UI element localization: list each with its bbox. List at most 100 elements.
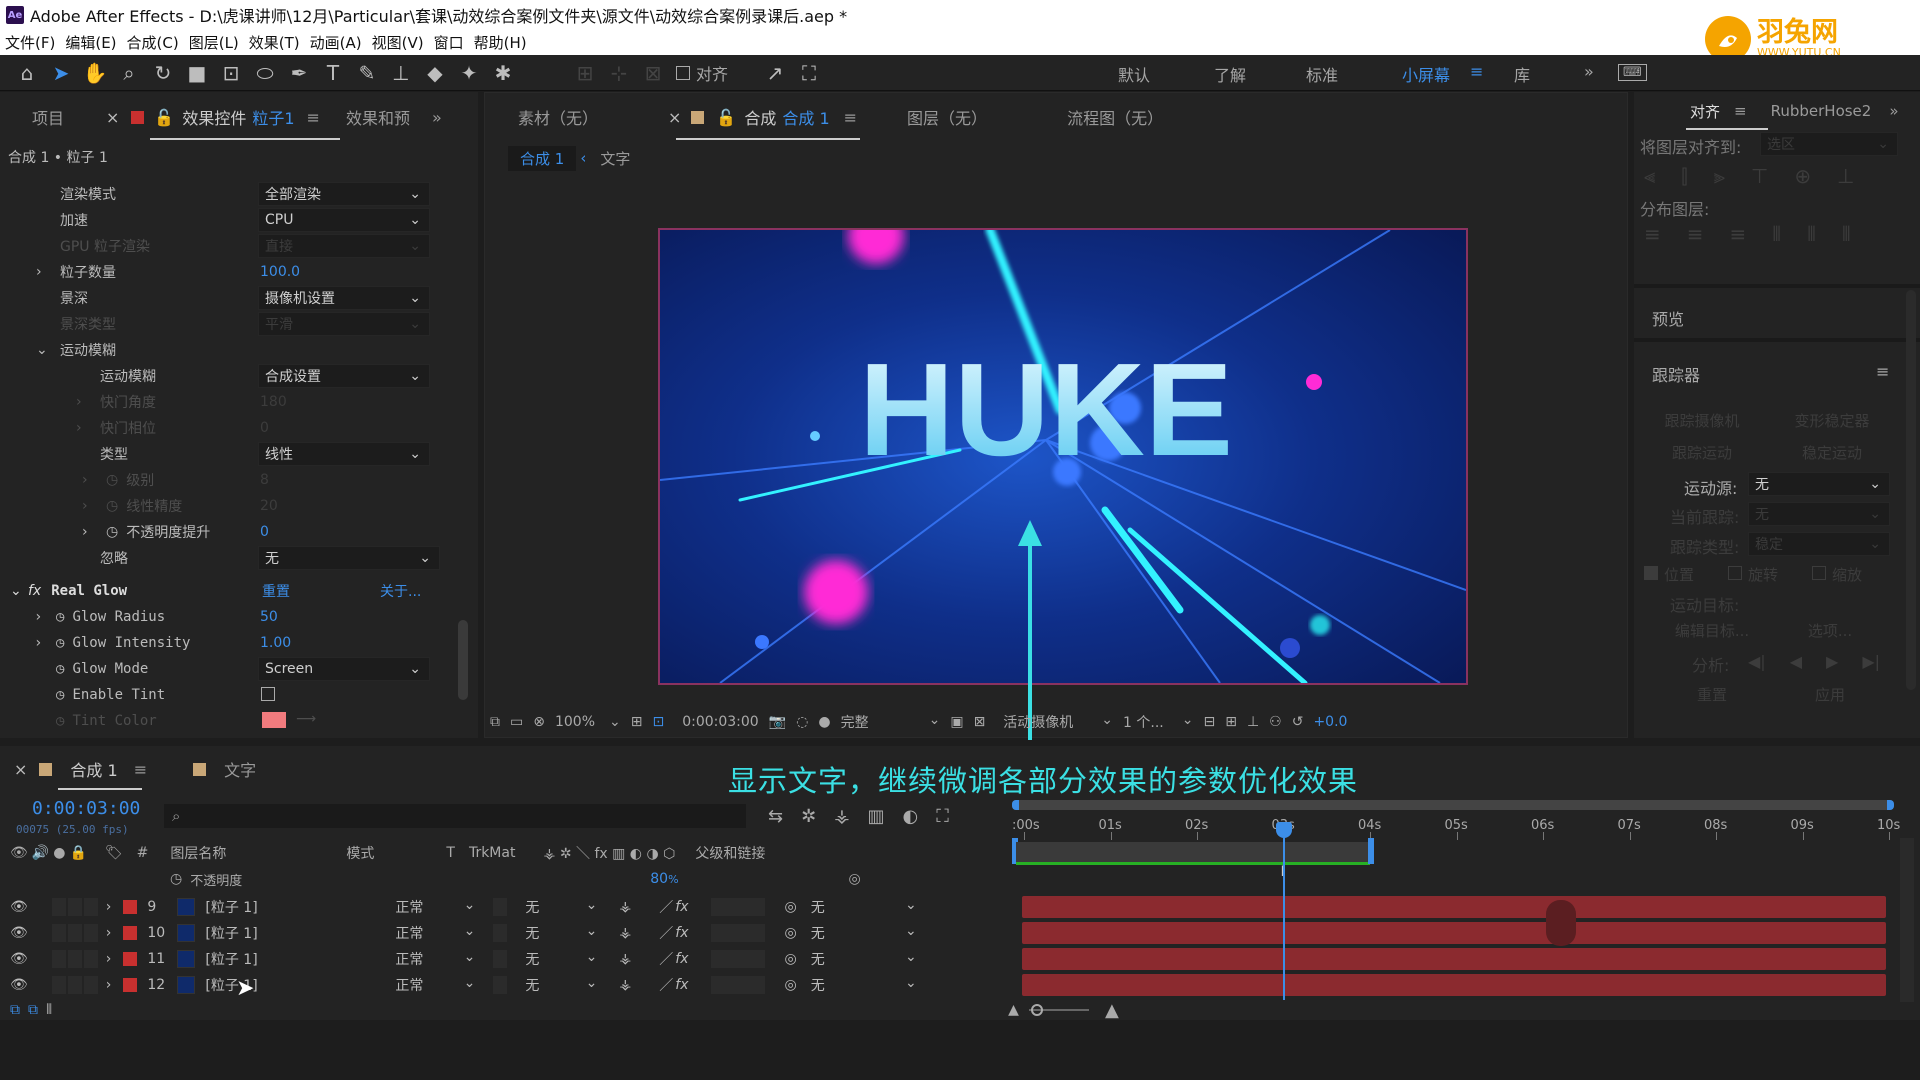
tab-timeline-comp[interactable]: 合成 1 [70, 757, 117, 781]
workspace-default[interactable]: 默认 [1118, 62, 1150, 86]
tracker-apply-button[interactable]: 应用 [1772, 682, 1888, 706]
workspace-menu-icon[interactable]: ≡ [1470, 62, 1483, 81]
stopwatch-icon[interactable]: ◷ [170, 871, 182, 887]
stopwatch-icon[interactable]: ◷ [106, 524, 118, 540]
position-checkbox[interactable] [1644, 566, 1658, 580]
ellipse-tool-icon[interactable]: ⬭ [248, 56, 282, 90]
expand-icon[interactable]: › [34, 609, 48, 625]
tab-flowchart[interactable]: 流程图（无） [1067, 105, 1163, 129]
text-tool-icon[interactable]: T [316, 56, 350, 90]
roto-brush-tool-icon[interactable]: ✦ [452, 56, 486, 90]
snap-toggle[interactable]: 对齐 [676, 61, 728, 85]
region-icon[interactable]: ⊞ [631, 714, 643, 730]
fx-switch-icon[interactable]: fx [675, 951, 688, 967]
preserve-transparency-toggle[interactable] [493, 898, 508, 916]
fx-switch-icon[interactable]: fx [675, 977, 688, 993]
work-area-bar[interactable] [1016, 842, 1370, 862]
layer-mode-dropdown[interactable]: 正常 ⌄ [395, 897, 475, 917]
zoom-out-icon[interactable]: ▲ [1008, 1002, 1019, 1018]
eye-icon[interactable]: 👁 [10, 899, 28, 915]
layer-row[interactable]: 👁 › 10 [粒子 1] 正常 ⌄ 无 ⌄ ⚶ ／ fx ◎ 无 ⌄ [0, 920, 1010, 946]
eye-icon[interactable]: 👁 [10, 925, 28, 941]
tab-composition-name[interactable]: 合成 1 [782, 105, 829, 129]
distribute-right-icon[interactable]: ⦀ [1842, 222, 1851, 246]
hand-tool-icon[interactable]: ✋ [78, 56, 112, 90]
frame-blending-icon[interactable]: ▥ [867, 806, 884, 827]
layer-duration-bar[interactable] [1022, 896, 1886, 918]
audio-toggle[interactable] [51, 898, 66, 916]
quality-switch-icon[interactable]: ／ [659, 949, 673, 969]
audio-toggle[interactable] [51, 924, 66, 942]
timeline-scrollbar[interactable] [1900, 838, 1914, 1002]
stabilize-motion-button[interactable]: 稳定运动 [1774, 440, 1890, 464]
preserve-transparency-toggle[interactable] [493, 950, 508, 968]
overflow-icon[interactable]: » [432, 108, 442, 127]
solo-toggle[interactable] [67, 924, 82, 942]
effect-property-dropdown[interactable]: 无 ⌄ [258, 546, 440, 570]
parent-dropdown[interactable]: 无 ⌄ [811, 897, 917, 917]
menu-window[interactable]: 窗口 [429, 32, 469, 53]
analyze-next-icon[interactable]: ▶| [1862, 652, 1880, 671]
tracker-menu-icon[interactable]: ≡ [1876, 362, 1889, 381]
work-area-end-handle[interactable] [1368, 838, 1374, 864]
views-dropdown[interactable]: 1 个... ⌄ [1123, 712, 1193, 732]
layer-row[interactable]: 👁 › 12 [粒子 1] 正常 ⌄ 无 ⌄ ⚶ ／ fx ◎ 无 ⌄ [0, 972, 1010, 998]
menu-layer[interactable]: 图层(L) [184, 32, 244, 53]
snapshot-icon[interactable]: 📷 [769, 714, 786, 730]
preserve-transparency-toggle[interactable] [493, 976, 508, 994]
workspace-overflow-icon[interactable]: » [1584, 62, 1594, 81]
always-preview-icon[interactable]: ⧉ [490, 714, 500, 730]
audio-toggle[interactable] [51, 976, 66, 994]
rotation-checkbox[interactable] [1728, 566, 1743, 580]
eye-icon[interactable]: 👁 [10, 977, 28, 993]
glow-radius-value[interactable]: 50 [260, 604, 278, 630]
trkmat-header[interactable]: TrkMat [469, 845, 516, 861]
label-icon[interactable]: 🏷 [105, 845, 123, 861]
distribute-left-icon[interactable]: ⦀ [1772, 222, 1781, 246]
show-snapshot-icon[interactable]: ◌ [796, 714, 808, 730]
analyze-forward-icon[interactable]: ▶ [1826, 652, 1838, 671]
lock-toggle[interactable] [83, 976, 98, 994]
parent-dropdown[interactable]: 无 ⌄ [811, 923, 917, 943]
effect-property-value[interactable]: 180 [260, 389, 287, 415]
stopwatch-icon[interactable]: ◷ [106, 472, 118, 488]
layer-mode-dropdown[interactable]: 正常 ⌄ [395, 949, 475, 969]
expand-timing-icon[interactable]: ⦀ [46, 1002, 52, 1018]
stopwatch-icon[interactable]: ◷ [106, 498, 118, 514]
eraser-tool-icon[interactable]: ◆ [418, 56, 452, 90]
tab-align[interactable]: 对齐 [1690, 101, 1720, 122]
tab-effect-controls[interactable]: 效果控件 [182, 105, 246, 129]
expand-transfer-icon[interactable]: ⧉ [28, 1002, 38, 1018]
shy-switch-icon[interactable]: ⚶ [619, 951, 631, 967]
track-type-dropdown[interactable]: 稳定 ⌄ [1748, 532, 1890, 556]
flowchart-icon[interactable]: ⚇ [1269, 714, 1282, 730]
effect-property-value[interactable]: 0 [260, 519, 269, 545]
layer-switches[interactable] [710, 950, 765, 968]
preview-label[interactable]: 预览 [1652, 306, 1684, 330]
timeline-search-input[interactable]: ⌕ [164, 804, 746, 828]
pickwhip-icon[interactable]: ◎ [849, 871, 861, 887]
color-channels-icon[interactable]: ● [818, 714, 830, 730]
effect-about-link[interactable]: 关于... [380, 578, 421, 604]
shy-switch-icon[interactable]: ⚶ [619, 977, 631, 993]
tab-composition[interactable]: 合成 [744, 105, 776, 129]
expand-icon[interactable]: › [76, 420, 82, 436]
axis-view-icon[interactable]: ⊠ [636, 56, 670, 90]
overflow-icon[interactable]: » [1889, 102, 1898, 120]
enable-tint-checkbox[interactable] [261, 687, 275, 701]
tab-timeline-text[interactable]: 文字 [224, 757, 256, 781]
draft-3d-icon[interactable]: ✲ [801, 806, 816, 827]
layer-duration-bar[interactable] [1022, 922, 1886, 944]
fx-switch-icon[interactable]: fx [675, 899, 688, 915]
effect-property-value[interactable]: 0 [260, 415, 269, 441]
align-right-icon[interactable]: ⫸ [1714, 164, 1725, 188]
effect-reset-link[interactable]: 重置 [262, 578, 290, 604]
menu-view[interactable]: 视图(V) [367, 32, 429, 53]
parent-dropdown[interactable]: 无 ⌄ [811, 975, 917, 995]
pickwhip-icon[interactable]: ◎ [785, 899, 797, 915]
analyze-backward-icon[interactable]: ◀ [1790, 652, 1802, 671]
expand-icon[interactable]: › [82, 524, 88, 540]
lock-icon[interactable]: 🔓 [154, 108, 174, 127]
breadcrumb-text[interactable]: 文字 [600, 148, 630, 169]
distribute-top-icon[interactable]: ≡ [1644, 222, 1661, 246]
